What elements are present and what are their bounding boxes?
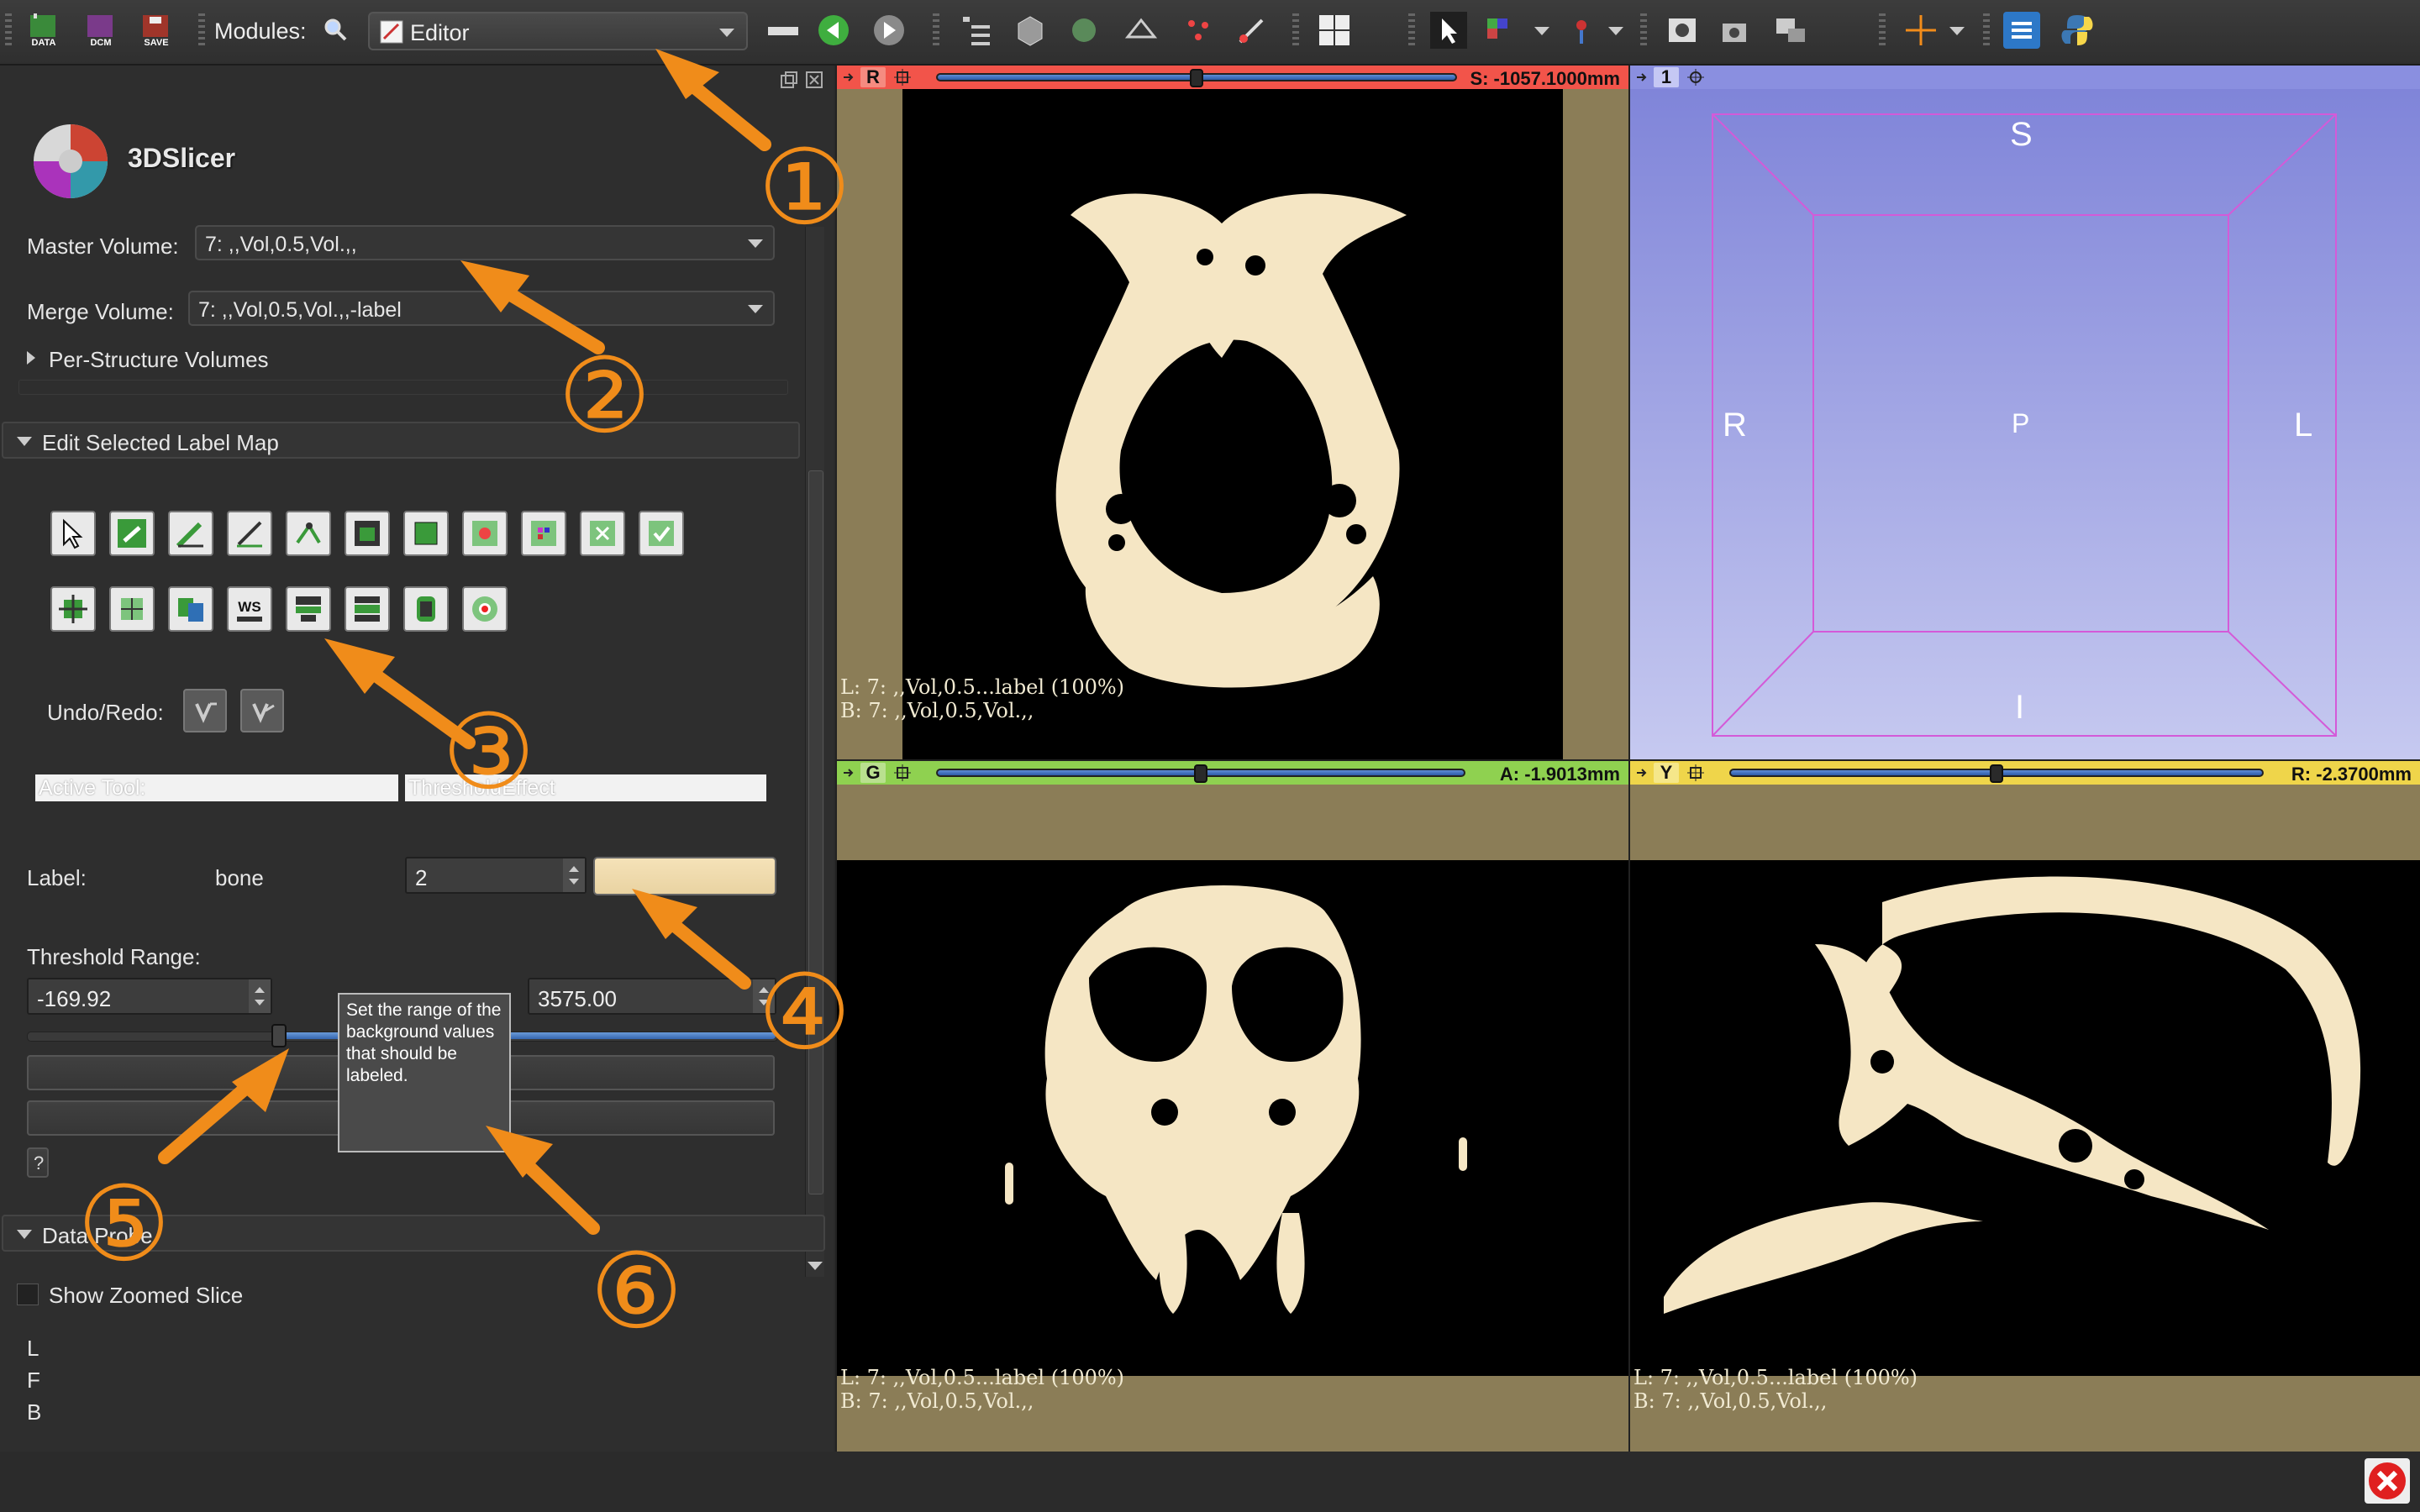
callout-4: ④ <box>758 953 852 1074</box>
callout-5: ⑤ <box>77 1164 171 1285</box>
callout-6: ⑥ <box>590 1231 684 1352</box>
callout-3: ③ <box>442 692 536 813</box>
callout-1: ① <box>758 128 852 249</box>
tutorial-arrows <box>158 49 771 1235</box>
callout-2: ② <box>558 336 652 457</box>
